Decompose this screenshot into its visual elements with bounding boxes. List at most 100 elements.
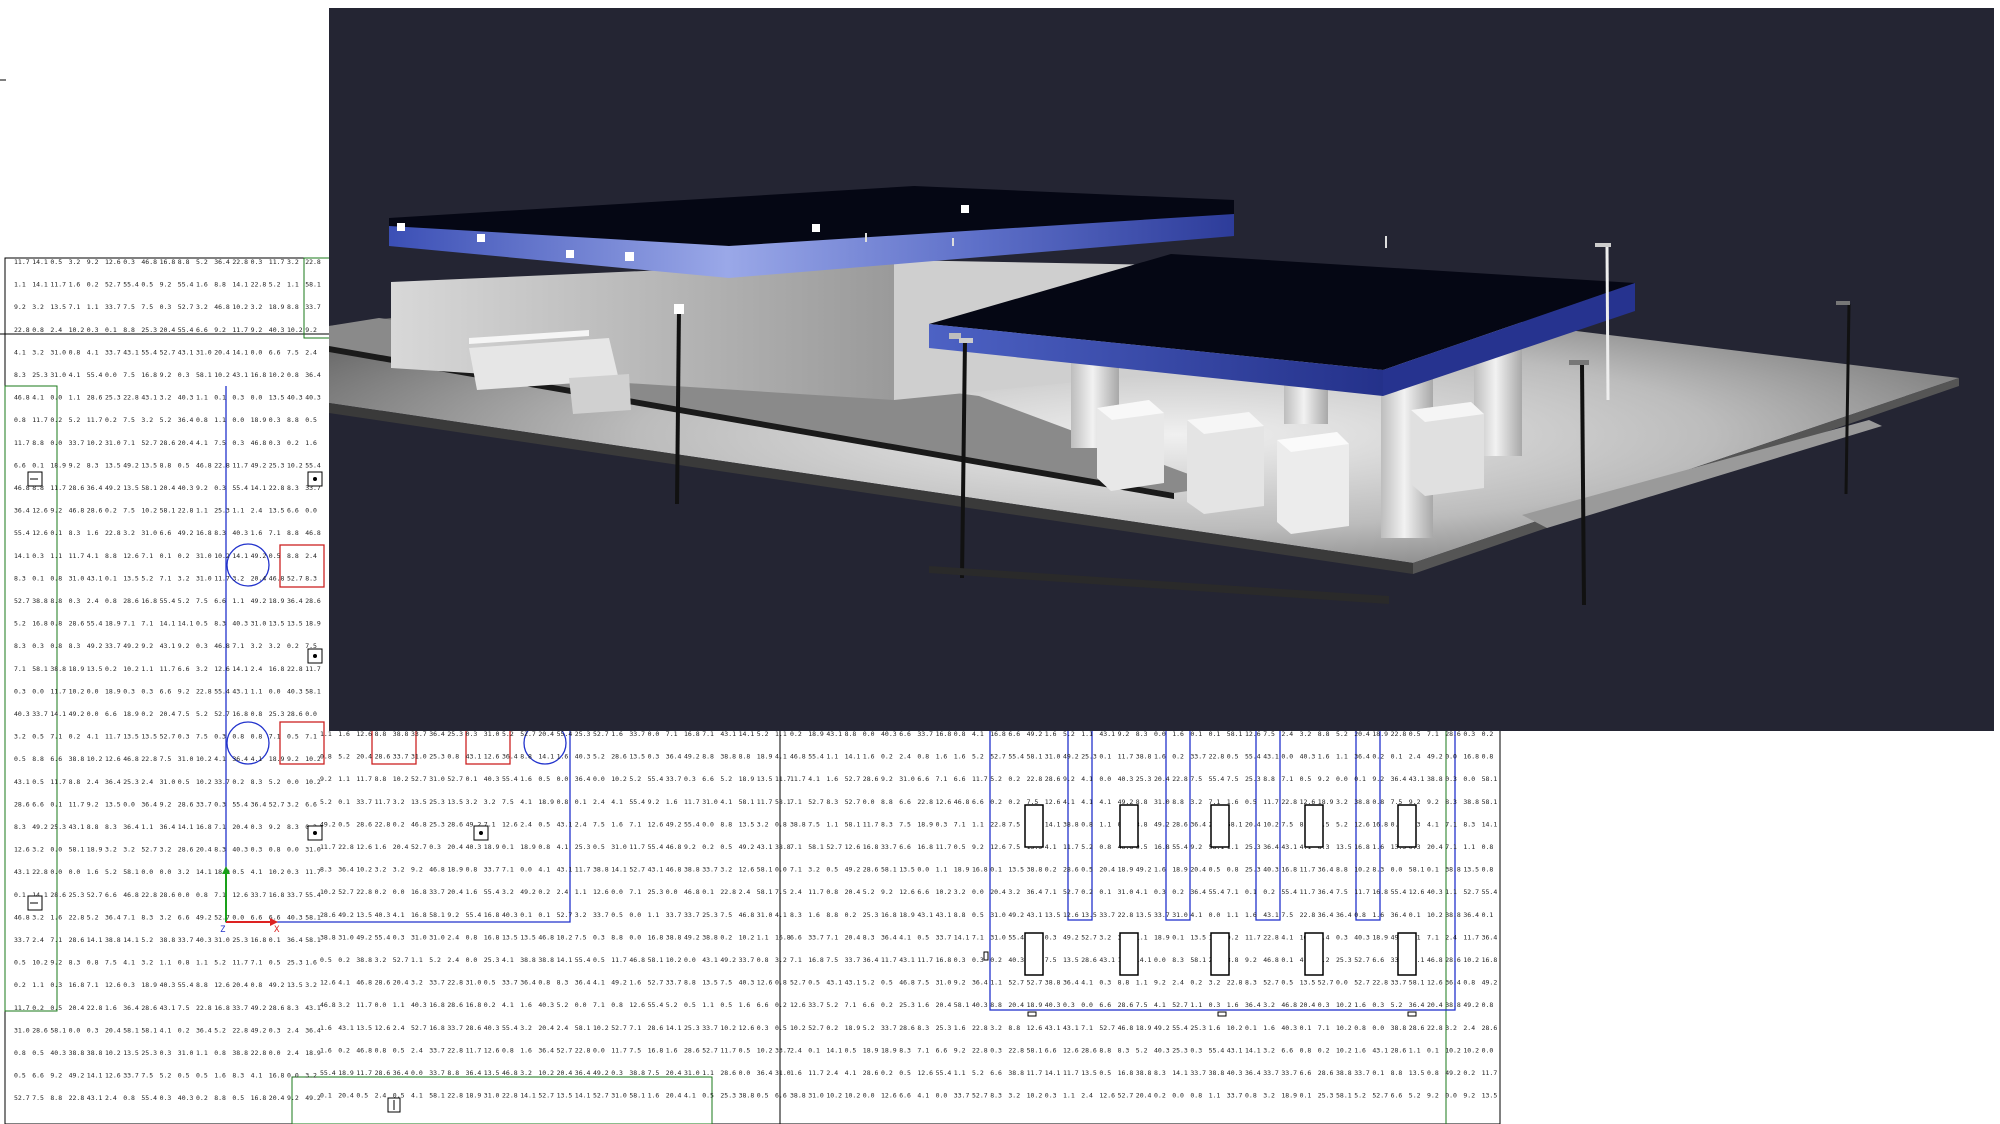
luminaire-icon[interactable] [27, 895, 43, 911]
grid-value: 0.5 [845, 1046, 857, 1054]
grid-value: 31.0 [251, 620, 267, 628]
grid-value: 0.1 [1172, 933, 1184, 941]
luminaire-icon[interactable] [473, 825, 489, 841]
grid-value: 58.1 [305, 281, 321, 289]
grid-value: 31.0 [411, 753, 427, 761]
grid-value: 31.0 [305, 846, 321, 854]
grid-value: 36.4 [502, 753, 518, 761]
grid-value: 0.0 [232, 416, 244, 424]
grid-value: 5.2 [196, 258, 208, 266]
grid-value: 3.2 [160, 846, 172, 854]
grid-value: 0.5 [899, 1069, 911, 1077]
grid-value: 49.2 [269, 981, 285, 989]
grid-value: 43.1 [178, 348, 194, 356]
grid-value: 4.1 [123, 959, 135, 967]
grid-value: 7.1 [214, 823, 226, 831]
grid-value: 13.5 [356, 911, 372, 919]
pump-island-icon[interactable] [1187, 412, 1264, 514]
pump-island-icon[interactable] [1024, 804, 1044, 848]
grid-value: 18.9 [305, 1049, 321, 1057]
grid-value: 52.7 [214, 710, 230, 718]
luminaire-icon[interactable] [307, 648, 323, 664]
grid-value: 49.2 [1027, 730, 1043, 738]
grid-value: 40.3 [575, 753, 591, 761]
grid-value: 0.0 [1391, 866, 1403, 874]
grid-value: 43.1 [826, 979, 842, 987]
grid-value: 6.6 [305, 800, 317, 808]
grid-value: 6.6 [251, 913, 263, 921]
grid-value: 13.5 [1008, 866, 1024, 874]
grid-value: 43.1 [557, 866, 573, 874]
grid-value: 0.2 [50, 416, 62, 424]
luminaire-icon[interactable] [387, 1097, 401, 1113]
pump-island-icon[interactable] [1397, 804, 1417, 848]
grid-value: 5.2 [338, 753, 350, 761]
luminaire-icon[interactable] [307, 825, 323, 841]
grid-value: 5.2 [69, 416, 81, 424]
grid-value: 22.8 [32, 868, 48, 876]
grid-value: 36.4 [105, 913, 121, 921]
grid-value: 18.9 [69, 665, 85, 673]
luminaire-icon[interactable] [27, 471, 43, 487]
grid-value: 0.2 [1482, 730, 1494, 738]
pump-island-icon[interactable] [1119, 932, 1139, 976]
grid-value: 25.3 [32, 371, 48, 379]
pump-island-icon[interactable] [1411, 402, 1484, 496]
render-viewport[interactable] [329, 8, 1994, 731]
grid-value: 4.1 [917, 1092, 929, 1100]
grid-value: 8.3 [1245, 979, 1257, 987]
grid-value: 0.8 [196, 416, 208, 424]
grid-value: 28.6 [648, 1024, 664, 1032]
grid-value: 0.5 [538, 775, 550, 783]
grid-value: 2.4 [1409, 753, 1421, 761]
grid-value: 0.3 [69, 597, 81, 605]
grid-value: 0.1 [1372, 1069, 1384, 1077]
grid-value: 1.6 [863, 753, 875, 761]
grid-value: 4.1 [775, 911, 787, 919]
pump-island-icon[interactable] [1277, 432, 1349, 534]
grid-value: 31.0 [196, 552, 212, 560]
grid-value: 0.0 [648, 730, 660, 738]
grid-value: 12.6 [757, 979, 773, 987]
grid-value: 1.1 [1136, 979, 1148, 987]
pump-island-icon[interactable] [1210, 804, 1230, 848]
grid-value: 6.6 [160, 529, 172, 537]
grid-value: 13.5 [899, 866, 915, 874]
grid-value: 1.1 [87, 303, 99, 311]
grid-value: 43.1 [899, 956, 915, 964]
grid-value: 52.7 [1008, 979, 1024, 987]
grid-value: 38.8 [232, 1049, 248, 1057]
pump-island-icon[interactable] [1119, 804, 1139, 848]
grid-value: 46.8 [538, 933, 554, 941]
grid-value: 0.0 [629, 933, 641, 941]
grid-value: 11.7 [1063, 843, 1079, 851]
grid-value: 7.5 [629, 1046, 641, 1054]
grid-value: 38.8 [739, 1092, 755, 1100]
grid-value: 14.1 [232, 552, 248, 560]
pump-island-icon[interactable] [1304, 932, 1324, 976]
pump-island-icon[interactable] [1210, 932, 1230, 976]
luminaire-icon[interactable] [307, 471, 323, 487]
grid-value: 22.8 [87, 1004, 103, 1012]
grid-value: 33.7 [429, 1069, 445, 1077]
pump-island-icon[interactable] [1024, 932, 1044, 976]
grid-value: 1.1 [69, 394, 81, 402]
pump-island-icon[interactable] [1097, 400, 1164, 491]
axis-gizmo-icon[interactable]: X Z [220, 866, 280, 935]
grid-value: 1.6 [666, 1046, 678, 1054]
grid-value: 14.1 [1482, 820, 1498, 828]
grid-value: 8.3 [232, 1072, 244, 1080]
grid-value: 4.1 [1063, 798, 1075, 806]
grid-value: 7.1 [14, 665, 26, 673]
grid-value: 20.4 [1099, 866, 1115, 874]
pump-island-icon[interactable] [1397, 932, 1417, 976]
grid-value: 1.6 [1372, 843, 1384, 851]
grid-value: 3.2 [393, 798, 405, 806]
grid-value: 20.4 [557, 1069, 573, 1077]
pump-island-icon[interactable] [1304, 804, 1324, 848]
grid-value: 40.3 [269, 326, 285, 334]
grid-value: 0.3 [123, 687, 135, 695]
grid-value: 36.4 [160, 823, 176, 831]
grid-value: 3.2 [484, 798, 496, 806]
grid-value: 55.4 [141, 1094, 157, 1102]
